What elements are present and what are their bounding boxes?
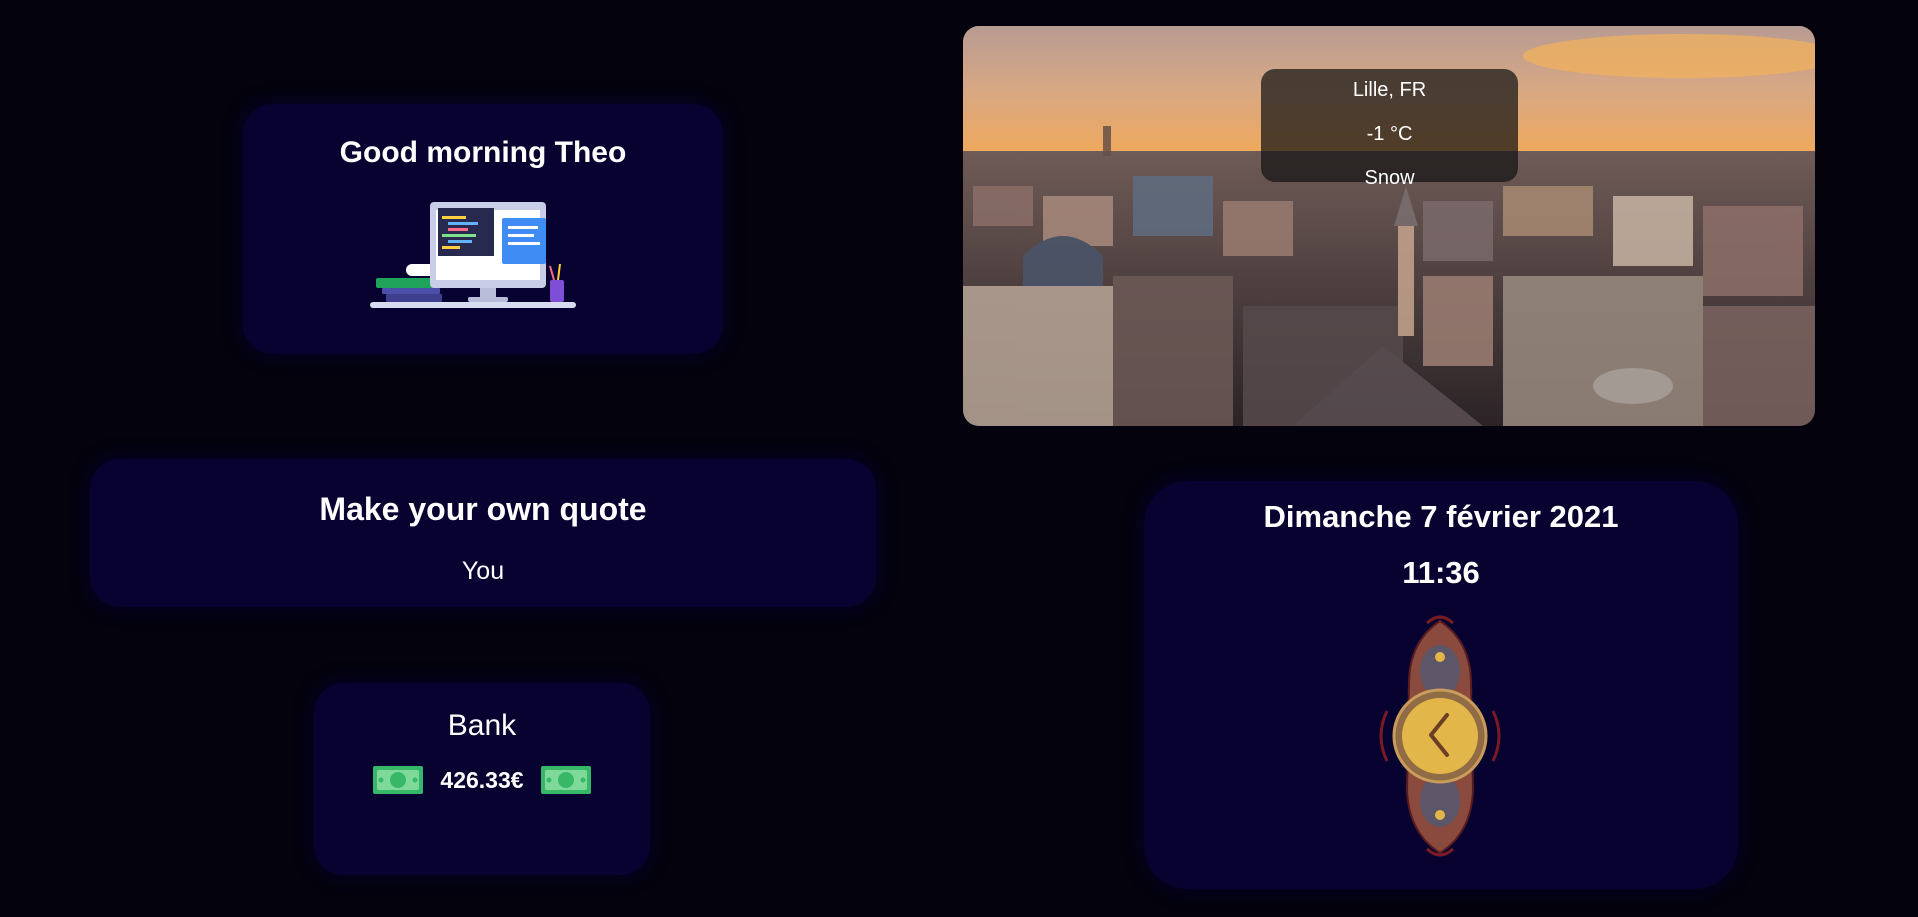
quote-author: You: [461, 557, 505, 585]
time-text: 11:36: [1402, 555, 1480, 590]
ornate-clock-icon: [1379, 615, 1501, 857]
weather-condition: Snow: [1364, 167, 1415, 189]
bank-card: Bank 426.33€: [314, 683, 650, 875]
greeting-card: Good morning Theo: [243, 104, 723, 354]
dashboard: Good morning Theo Make your own quote Yo…: [0, 0, 1918, 917]
weather-temperature: -1 °C: [1366, 123, 1413, 145]
banknote-icon: [373, 766, 424, 794]
bank-balance-row: 426.33€: [314, 765, 650, 795]
bank-title: Bank: [447, 709, 517, 742]
banknote-icon: [540, 766, 591, 794]
desktop-workspace-illustration-icon: [370, 202, 576, 308]
quote-title: Make your own quote: [319, 491, 647, 527]
weather-card: Lille, FR -1 °C Snow: [963, 26, 1815, 426]
bank-amount: 426.33€: [440, 766, 524, 793]
date-text: Dimanche 7 février 2021: [1263, 499, 1619, 534]
weather-location: Lille, FR: [1352, 79, 1427, 101]
weather-info-panel: Lille, FR -1 °C Snow: [1261, 69, 1518, 189]
datetime-card: Dimanche 7 février 2021 11:36: [1144, 481, 1738, 889]
quote-card: Make your own quote You: [90, 459, 876, 607]
greeting-title: Good morning Theo: [339, 136, 627, 169]
